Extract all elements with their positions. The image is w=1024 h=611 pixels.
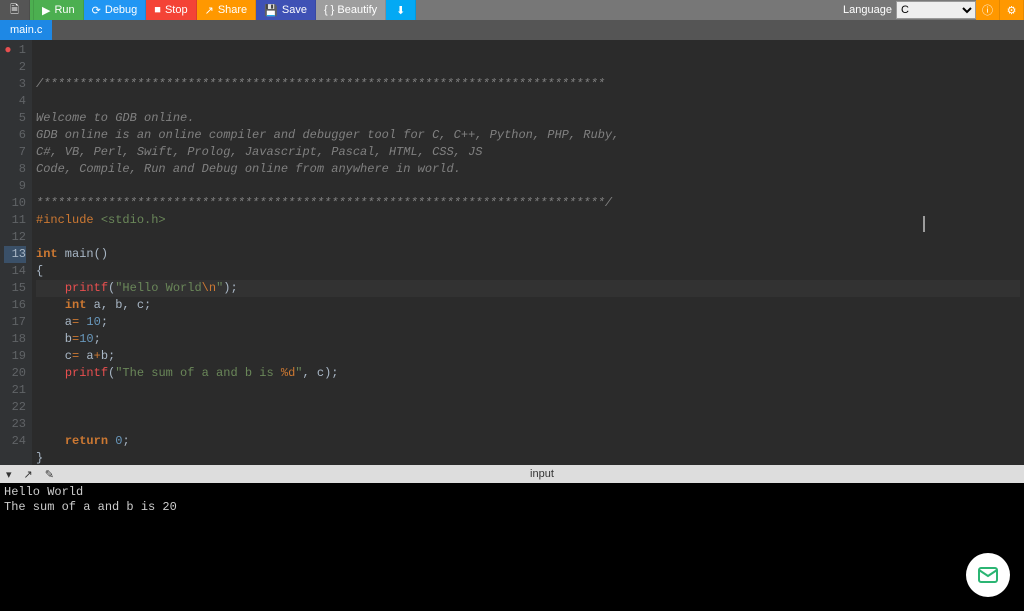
share-icon: ↗ <box>205 4 214 17</box>
beautify-button[interactable]: { } Beautify <box>316 0 386 20</box>
line-number[interactable]: 12 <box>4 229 26 246</box>
save-button[interactable]: 💾 Save <box>256 0 316 20</box>
tab-label: main.c <box>10 24 42 36</box>
code-line[interactable]: C#, VB, Perl, Swift, Prolog, Javascript,… <box>36 144 1020 161</box>
debug-label: Debug <box>105 4 137 16</box>
beautify-label: { } Beautify <box>324 4 377 16</box>
code-line[interactable]: GDB online is an online compiler and deb… <box>36 127 1020 144</box>
line-number[interactable]: 13 <box>4 246 26 263</box>
collapse-button[interactable]: ▾ <box>0 468 18 481</box>
line-number[interactable]: 15 <box>4 280 26 297</box>
file-icon: 🗎 <box>10 1 19 20</box>
info-button[interactable]: ⓘ <box>976 0 1000 20</box>
share-label: Share <box>218 4 247 16</box>
download-button[interactable]: ⬇ <box>386 0 416 20</box>
line-number[interactable]: 16 <box>4 297 26 314</box>
main-toolbar: 🗎 ▶ Run ⟳ Debug ■ Stop ↗ Share 💾 Save { } Bea… <box>0 0 1024 20</box>
code-line[interactable]: #include <stdio.h> <box>36 212 1020 229</box>
line-number[interactable]: 9 <box>4 178 26 195</box>
code-line[interactable]: ****************************************… <box>36 195 1020 212</box>
code-line[interactable]: c= a+b; <box>36 348 1020 365</box>
line-number[interactable]: 19 <box>4 348 26 365</box>
code-line[interactable]: a= 10; <box>36 314 1020 331</box>
code-line[interactable] <box>36 93 1020 110</box>
code-line[interactable] <box>36 399 1020 416</box>
stop-icon: ■ <box>154 4 161 16</box>
run-button[interactable]: ▶ Run <box>34 0 84 20</box>
line-number[interactable]: 6 <box>4 127 26 144</box>
line-number[interactable]: 4 <box>4 93 26 110</box>
line-number[interactable]: 3 <box>4 76 26 93</box>
info-icon: ⓘ <box>982 2 993 18</box>
code-line[interactable]: { <box>36 263 1020 280</box>
line-number[interactable]: 5 <box>4 110 26 127</box>
code-line[interactable]: Code, Compile, Run and Debug online from… <box>36 161 1020 178</box>
line-number[interactable]: 17 <box>4 314 26 331</box>
code-area[interactable]: /***************************************… <box>32 40 1024 465</box>
text-cursor <box>923 216 925 232</box>
line-number[interactable]: 11 <box>4 212 26 229</box>
console-panel-bar: ▾ ↗ ✎ input <box>0 465 1024 483</box>
editor-tabs: main.c <box>0 20 1024 40</box>
line-gutter: ● 12345678910111213141516171819202122232… <box>0 40 32 465</box>
save-icon: 💾 <box>264 4 278 17</box>
tab-main-c[interactable]: main.c <box>0 20 52 40</box>
download-icon: ⬇ <box>396 4 405 17</box>
line-number[interactable]: 10 <box>4 195 26 212</box>
stop-button[interactable]: ■ Stop <box>146 0 196 20</box>
code-line[interactable] <box>36 416 1020 433</box>
output-console[interactable]: Hello World The sum of a and b is 20 <box>0 483 1024 611</box>
stop-label: Stop <box>165 4 188 16</box>
save-label: Save <box>282 4 307 16</box>
code-line[interactable]: int a, b, c; <box>36 297 1020 314</box>
line-number[interactable]: 18 <box>4 331 26 348</box>
code-line[interactable]: /***************************************… <box>36 76 1020 93</box>
code-editor[interactable]: ● 12345678910111213141516171819202122232… <box>0 40 1024 465</box>
chat-button[interactable] <box>966 553 1010 597</box>
language-select[interactable]: C <box>896 1 976 19</box>
code-line[interactable]: b=10; <box>36 331 1020 348</box>
line-number[interactable]: 8 <box>4 161 26 178</box>
debug-icon: ⟳ <box>92 4 101 17</box>
mail-icon <box>976 563 1000 587</box>
share-button[interactable]: ↗ Share <box>197 0 257 20</box>
settings-button[interactable]: ⚙ <box>1000 0 1024 20</box>
line-number[interactable]: 21 <box>4 382 26 399</box>
panel-title: input <box>60 468 1024 480</box>
line-number[interactable]: 23 <box>4 416 26 433</box>
code-line[interactable]: } <box>36 450 1020 465</box>
code-line[interactable] <box>36 178 1020 195</box>
language-label: Language <box>843 4 896 16</box>
line-number[interactable]: ● 1 <box>4 42 26 59</box>
line-number[interactable]: 24 <box>4 433 26 450</box>
code-line[interactable]: int main() <box>36 246 1020 263</box>
line-number[interactable]: 2 <box>4 59 26 76</box>
run-label: Run <box>54 4 74 16</box>
new-file-button[interactable]: 🗎 <box>0 0 30 20</box>
code-line[interactable] <box>36 229 1020 246</box>
code-line[interactable]: printf("The sum of a and b is %d", c); <box>36 365 1020 382</box>
code-line[interactable]: Welcome to GDB online. <box>36 110 1020 127</box>
code-line[interactable]: printf("Hello World\n"); <box>36 280 1020 297</box>
play-icon: ▶ <box>42 4 50 17</box>
debug-button[interactable]: ⟳ Debug <box>84 0 147 20</box>
expand-button[interactable]: ↗ <box>18 468 39 481</box>
gear-icon: ⚙ <box>1007 4 1017 17</box>
code-line[interactable] <box>36 382 1020 399</box>
copy-button[interactable]: ✎ <box>39 468 60 481</box>
code-line[interactable]: return 0; <box>36 433 1020 450</box>
line-number[interactable]: 7 <box>4 144 26 161</box>
line-number[interactable]: 20 <box>4 365 26 382</box>
line-number[interactable]: 14 <box>4 263 26 280</box>
line-number[interactable]: 22 <box>4 399 26 416</box>
